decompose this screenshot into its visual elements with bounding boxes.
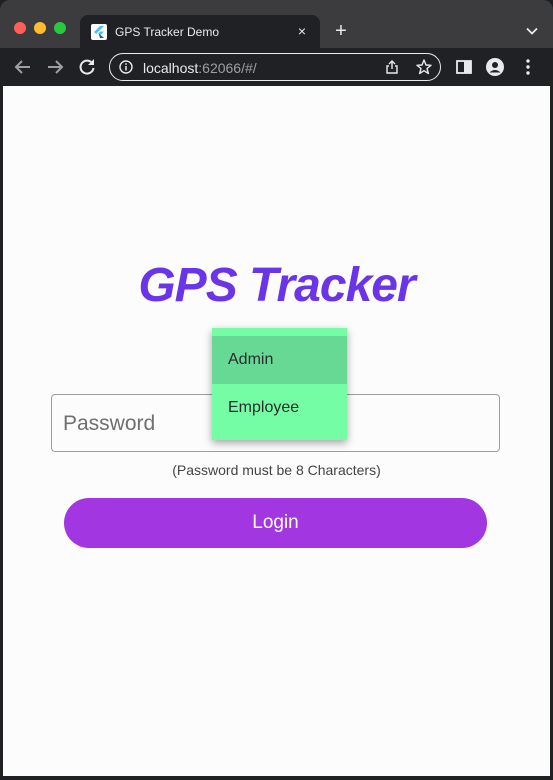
profile-icon[interactable]: [485, 57, 505, 77]
browser-tab[interactable]: GPS Tracker Demo ×: [80, 15, 320, 48]
forward-arrow-icon[interactable]: [45, 57, 65, 77]
browser-window: GPS Tracker Demo × + localhost:62066/#/ …: [0, 0, 553, 780]
info-icon[interactable]: [119, 60, 133, 74]
flutter-favicon: [91, 24, 107, 40]
minimize-window-button[interactable]: [34, 22, 46, 34]
chevron-down-icon[interactable]: [525, 24, 539, 38]
kebab-menu-icon[interactable]: [518, 57, 538, 77]
menu-item-label: Admin: [228, 351, 274, 368]
side-panel-icon[interactable]: [454, 57, 474, 77]
menu-item-label: Employee: [228, 399, 300, 416]
browser-toolbar: localhost:62066/#/: [0, 48, 553, 86]
password-placeholder: Password: [63, 412, 156, 435]
url-host: localhost: [143, 60, 199, 76]
login-button[interactable]: Login: [64, 498, 487, 548]
url-text[interactable]: localhost:62066/#/: [143, 60, 257, 76]
tab-title: GPS Tracker Demo: [115, 25, 220, 39]
share-icon[interactable]: [384, 59, 400, 75]
role-dropdown-menu: Admin Employee: [212, 328, 347, 440]
app-title: GPS Tracker: [138, 259, 415, 312]
new-tab-button[interactable]: +: [332, 21, 350, 41]
password-hint: (Password must be 8 Characters): [172, 462, 381, 478]
maximize-window-button[interactable]: [54, 22, 66, 34]
tab-close-icon[interactable]: ×: [294, 23, 310, 39]
back-arrow-icon[interactable]: [13, 57, 33, 77]
star-icon[interactable]: [415, 58, 433, 76]
reload-icon[interactable]: [77, 57, 97, 77]
tab-strip: GPS Tracker Demo × +: [0, 0, 553, 48]
address-bar[interactable]: localhost:62066/#/: [109, 53, 441, 81]
menu-item-employee[interactable]: Employee: [212, 384, 347, 432]
menu-item-admin[interactable]: Admin: [212, 336, 347, 384]
close-window-button[interactable]: [14, 22, 26, 34]
page-content: GPS Tracker Password (Password must be 8…: [3, 86, 550, 776]
url-path: :62066/#/: [198, 60, 257, 76]
